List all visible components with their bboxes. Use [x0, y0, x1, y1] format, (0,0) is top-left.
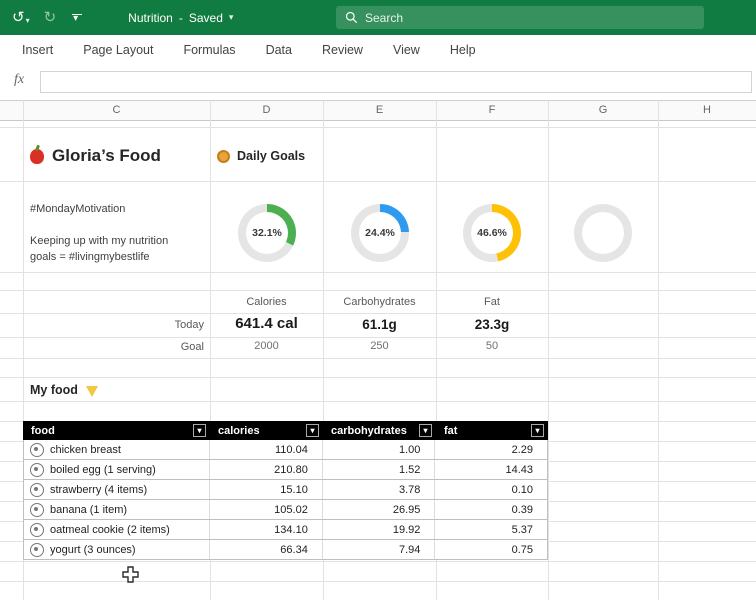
table-row[interactable]: banana (1 item) 105.02 26.95 0.39	[23, 500, 548, 520]
table-header-row: food calories carbohydrates fat	[23, 421, 548, 440]
filter-button-fat[interactable]	[531, 424, 544, 437]
search-icon	[345, 11, 358, 24]
saved-status: Saved	[189, 11, 223, 25]
food-table: food calories carbohydrates fat chicken …	[23, 421, 548, 560]
ribbon-tabs: Insert Page Layout Formulas Data Review …	[0, 35, 756, 64]
goal-fat-value[interactable]: 50	[436, 340, 548, 352]
today-calories-value[interactable]: 641.4 cal	[210, 315, 323, 332]
column-header-g[interactable]: G	[548, 104, 658, 116]
undo-icon[interactable]: ↺▾	[12, 10, 30, 25]
fx-icon: fx	[14, 72, 24, 88]
carbohydrates-donut-chart[interactable]: 24.4%	[351, 204, 409, 262]
fat-donut-chart[interactable]: 46.6%	[463, 204, 521, 262]
sheet-title-cell[interactable]: Gloria’s Food	[30, 146, 161, 166]
filter-button-food[interactable]	[193, 424, 206, 437]
cell-cursor-icon	[122, 566, 139, 588]
my-food-heading[interactable]: My food	[30, 383, 98, 397]
table-row[interactable]: oatmeal cookie (2 items) 134.10 19.92 5.…	[23, 520, 548, 540]
daily-goals-label: Daily Goals	[237, 149, 305, 163]
food-datatype-icon	[30, 443, 44, 457]
tab-page-layout[interactable]: Page Layout	[83, 43, 153, 57]
excel-app: ↺▾ ↻ Nutrition - Saved ▾ Search Insert P…	[0, 0, 756, 600]
food-datatype-icon	[30, 463, 44, 477]
food-datatype-icon	[30, 523, 44, 537]
table-header-carbohydrates[interactable]: carbohydrates	[323, 421, 436, 440]
column-header-f[interactable]: F	[436, 104, 548, 116]
calories-donut-chart[interactable]: 32.1%	[238, 204, 296, 262]
tab-help[interactable]: Help	[450, 43, 476, 57]
table-row[interactable]: strawberry (4 items) 15.10 3.78 0.10	[23, 480, 548, 500]
goal-calories-value[interactable]: 2000	[210, 340, 323, 352]
chevron-down-icon: ▾	[229, 12, 234, 23]
title-separator: -	[179, 11, 183, 25]
column-header-h[interactable]: H	[658, 104, 756, 116]
table-row[interactable]: boiled egg (1 serving) 210.80 1.52 14.43	[23, 460, 548, 480]
column-header-e[interactable]: E	[323, 104, 436, 116]
medal-icon	[217, 150, 230, 163]
apple-icon	[30, 149, 44, 164]
tab-view[interactable]: View	[393, 43, 420, 57]
today-fat-value[interactable]: 23.3g	[436, 317, 548, 332]
table-header-food[interactable]: food	[23, 421, 210, 440]
redo-icon[interactable]: ↻	[44, 10, 57, 25]
tab-data[interactable]: Data	[266, 43, 292, 57]
calories-percent: 32.1%	[238, 204, 296, 262]
table-row[interactable]: chicken breast 110.04 1.00 2.29	[23, 440, 548, 460]
tab-review[interactable]: Review	[322, 43, 363, 57]
column-header-d[interactable]: D	[210, 104, 323, 116]
carbohydrates-percent: 24.4%	[351, 204, 409, 262]
tab-insert[interactable]: Insert	[22, 43, 53, 57]
filter-button-calories[interactable]	[306, 424, 319, 437]
title-bar: ↺▾ ↻ Nutrition - Saved ▾ Search	[0, 0, 756, 35]
column-header-row: C D E F G H	[0, 100, 756, 121]
food-datatype-icon	[30, 543, 44, 557]
empty-percent	[574, 204, 632, 262]
motivation-line-1[interactable]: #MondayMotivation	[30, 203, 125, 215]
search-input[interactable]: Search	[336, 6, 704, 29]
food-datatype-icon	[30, 503, 44, 517]
collapse-ribbon-icon[interactable]	[70, 11, 84, 25]
calories-label[interactable]: Calories	[210, 296, 323, 308]
formula-input[interactable]	[40, 71, 752, 93]
food-datatype-icon	[30, 483, 44, 497]
goal-carbohydrates-value[interactable]: 250	[323, 340, 436, 352]
motivation-line-2[interactable]: Keeping up with my nutrition	[30, 235, 168, 247]
table-header-fat[interactable]: fat	[436, 421, 548, 440]
document-title[interactable]: Nutrition - Saved ▾	[128, 11, 233, 25]
fat-percent: 46.6%	[463, 204, 521, 262]
tab-formulas[interactable]: Formulas	[183, 43, 235, 57]
document-name: Nutrition	[128, 11, 173, 25]
column-header-c[interactable]: C	[23, 104, 210, 116]
goal-row-label[interactable]: Goal	[23, 341, 204, 353]
motivation-line-3[interactable]: goals = #livingmybestlife	[30, 251, 150, 263]
formula-bar: fx	[0, 64, 756, 100]
pointing-down-icon	[86, 386, 98, 397]
filter-button-carbohydrates[interactable]	[419, 424, 432, 437]
quick-access-toolbar: ↺▾ ↻	[0, 10, 84, 25]
fat-label[interactable]: Fat	[436, 296, 548, 308]
carbohydrates-label[interactable]: Carbohydrates	[323, 296, 436, 308]
today-carbohydrates-value[interactable]: 61.1g	[323, 317, 436, 332]
today-row-label[interactable]: Today	[23, 319, 204, 331]
my-food-label: My food	[30, 383, 78, 397]
sheet-title: Gloria’s Food	[52, 146, 161, 166]
empty-donut-chart[interactable]	[574, 204, 632, 262]
daily-goals-cell[interactable]: Daily Goals	[217, 149, 305, 163]
search-placeholder: Search	[365, 11, 403, 25]
table-header-calories[interactable]: calories	[210, 421, 323, 440]
table-row[interactable]: yogurt (3 ounces) 66.34 7.94 0.75	[23, 540, 548, 560]
